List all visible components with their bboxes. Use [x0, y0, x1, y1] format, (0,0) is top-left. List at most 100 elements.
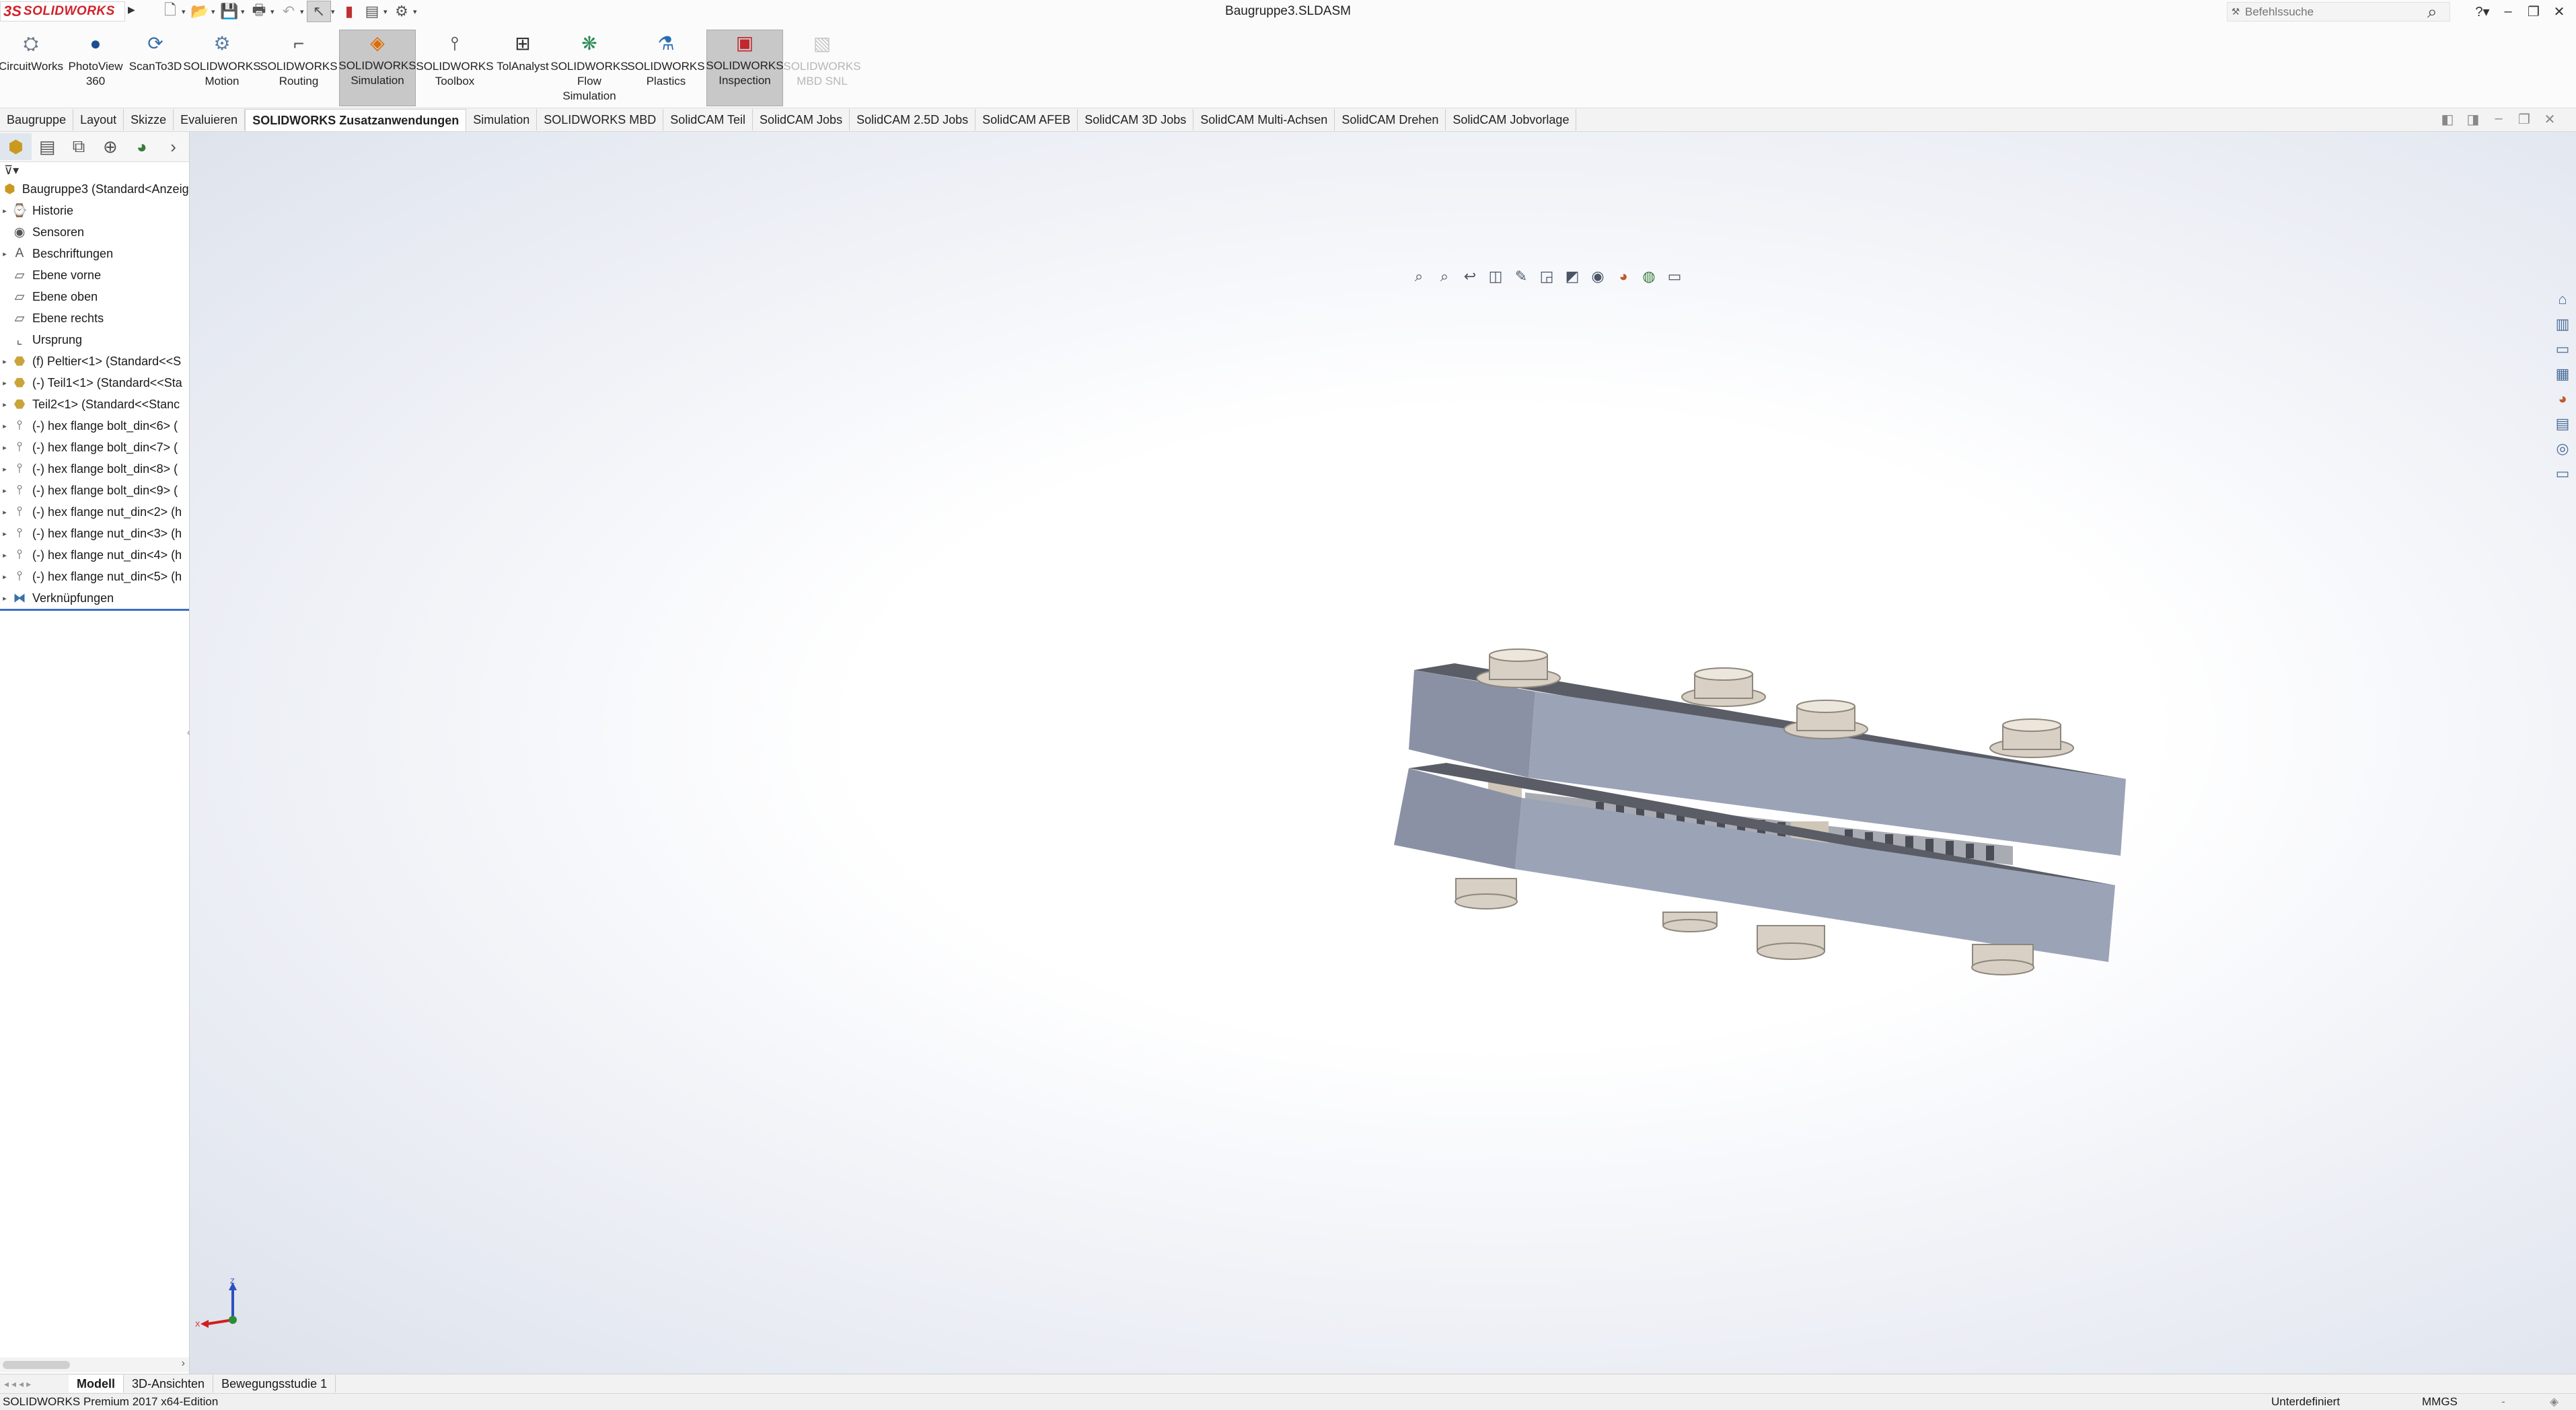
tab-solidworks-zusatzanwendungen[interactable]: SOLIDWORKS Zusatzanwendungen [245, 108, 467, 131]
chevron-down-icon[interactable]: ▾ [211, 7, 218, 16]
search-input[interactable] [2244, 4, 2421, 20]
cmd-solidworks-plastics[interactable]: ⚗ SOLIDWORKS Plastics [627, 31, 704, 106]
tree-item-bolt-8[interactable]: ▸ ⫯ (-) hex flange bolt_din<8> ( [0, 458, 189, 480]
cmd-circuitworks[interactable]: ⛭ CircuitWorks [0, 31, 63, 106]
cmd-scanto3d[interactable]: ⟳ ScanTo3D [126, 31, 184, 106]
tab-simulation[interactable]: Simulation [466, 109, 538, 131]
chevron-down-icon[interactable]: ▾ [383, 7, 390, 16]
search-icon[interactable]: ⌕ [2427, 1, 2437, 23]
units-menu-arrow[interactable]: - [2501, 1394, 2505, 1410]
design-library-icon[interactable]: ▥ [2556, 311, 2570, 336]
tree-item-verknuepfungen[interactable]: ▸ ⧓ Verknüpfungen [0, 587, 189, 611]
chevron-down-icon[interactable]: ▾ [241, 7, 248, 16]
tree-item-historie[interactable]: ▸ ⌚ Historie [0, 200, 189, 221]
edit-appearance-icon[interactable]: ◕ [1611, 268, 1636, 285]
tree-item-bolt-7[interactable]: ▸ ⫯ (-) hex flange bolt_din<7> ( [0, 437, 189, 458]
cmd-solidworks-motion[interactable]: ⚙ SOLIDWORKS Motion [183, 31, 260, 106]
scrollbar-thumb[interactable] [3, 1361, 70, 1369]
tab-modell[interactable]: Modell [69, 1375, 124, 1393]
solidworks-forum-icon[interactable]: ◎ [2556, 436, 2569, 461]
filter-icon[interactable]: ⊽▾ [0, 162, 189, 178]
tree-item-bolt-6[interactable]: ▸ ⫯ (-) hex flange bolt_din<6> ( [0, 415, 189, 437]
menu-flyout-icon[interactable]: ▶ [128, 4, 135, 15]
configurationmanager-tab-icon[interactable]: ⧉ [63, 133, 95, 160]
doc-restore-icon[interactable]: ❐ [2511, 111, 2537, 128]
view-orientation-icon[interactable]: ◲ [1534, 268, 1559, 285]
expand-arrow-icon[interactable]: ▸ [0, 508, 9, 517]
chevron-down-icon[interactable]: ▾ [182, 7, 188, 16]
cmd-photoview-360[interactable]: ● PhotoView 360 [65, 31, 126, 106]
tree-item-nut-3[interactable]: ▸ ⫯ (-) hex flange nut_din<3> (h [0, 523, 189, 544]
rebuild-traffic-light-icon[interactable]: ▮ [338, 1, 361, 22]
view-palette-icon[interactable]: ▦ [2556, 361, 2570, 386]
tree-item-beschriftungen[interactable]: ▸ A Beschriftungen [0, 243, 189, 264]
tab-3d-ansichten[interactable]: 3D-Ansichten [124, 1375, 214, 1393]
dynamic-annotation-icon[interactable]: ✎ [1508, 268, 1534, 285]
expand-arrow-icon[interactable]: ▸ [0, 379, 9, 387]
hide-show-items-icon[interactable]: ◉ [1585, 268, 1611, 285]
graphics-area[interactable]: ⌕ ⌕ ↩ ◫ ✎ ◲ ◩ ◉ ◕ ◍ ▭ ⌂ ▥ ▭ ▦ ◕ ▤ ◎ ▭ [190, 132, 2576, 1374]
tree-item-teil2[interactable]: ▸ ⬣ Teil2<1> (Standard<<Stanc [0, 394, 189, 415]
expand-arrow-icon[interactable]: ▸ [0, 594, 9, 603]
tree-item-bolt-9[interactable]: ▸ ⫯ (-) hex flange bolt_din<9> ( [0, 480, 189, 501]
tab-solidcam-jobs[interactable]: SolidCAM Jobs [753, 109, 850, 131]
tile-right-icon[interactable]: ◨ [2460, 111, 2486, 128]
expand-arrow-icon[interactable]: ▸ [0, 551, 9, 560]
tile-left-icon[interactable]: ◧ [2435, 111, 2460, 128]
featuremanager-tab-icon[interactable]: ⬢ [0, 133, 32, 160]
unit-system-selector[interactable]: MMGS [2422, 1394, 2458, 1410]
open-folder-icon[interactable]: 📂 [188, 1, 211, 22]
restore-icon[interactable]: ❐ [2521, 3, 2546, 20]
previous-view-icon[interactable]: ↩ [1457, 268, 1483, 285]
assembly-model-view[interactable] [1381, 643, 2154, 993]
tree-item-nut-5[interactable]: ▸ ⫯ (-) hex flange nut_din<5> (h [0, 566, 189, 587]
save-icon[interactable]: 💾 [218, 1, 241, 22]
scroll-right-icon[interactable]: › [182, 1358, 185, 1370]
new-document-icon[interactable]: 🗋 [159, 1, 182, 22]
tab-solidcam-25d-jobs[interactable]: SolidCAM 2.5D Jobs [850, 109, 976, 131]
tab-bewegungsstudie-1[interactable]: Bewegungsstudie 1 [213, 1375, 336, 1393]
solidcam-icon[interactable]: ▭ [2556, 461, 2570, 486]
expand-arrow-icon[interactable]: ▸ [0, 465, 9, 474]
tree-item-peltier[interactable]: ▸ ⬣ (f) Peltier<1> (Standard<<S [0, 350, 189, 372]
tab-baugruppe[interactable]: Baugruppe [0, 109, 74, 131]
expand-arrow-icon[interactable]: ▸ [0, 357, 9, 366]
tab-solidcam-jobvorlage[interactable]: SolidCAM Jobvorlage [1446, 109, 1577, 131]
section-view-icon[interactable]: ◫ [1483, 268, 1508, 285]
command-search[interactable]: ⚒ [2227, 2, 2450, 22]
view-settings-icon[interactable]: ▭ [1662, 268, 1687, 285]
expand-arrow-icon[interactable]: ▸ [0, 443, 9, 452]
expand-arrow-icon[interactable]: ▸ [0, 207, 9, 215]
chevron-down-icon[interactable]: ▾ [270, 7, 277, 16]
solidworks-logo[interactable]: 3S SOLIDWORKS [0, 1, 125, 22]
cmd-solidworks-simulation[interactable]: ◈ SOLIDWORKS Simulation [338, 30, 416, 106]
zoom-to-area-icon[interactable]: ⌕ [1432, 268, 1457, 285]
displaymanager-tab-icon[interactable]: ◕ [126, 133, 157, 160]
select-cursor-icon[interactable]: ↖ [307, 1, 331, 22]
file-properties-icon[interactable]: ▤ [361, 1, 383, 22]
expand-arrow-icon[interactable]: ▸ [0, 486, 9, 495]
tree-item-nut-4[interactable]: ▸ ⫯ (-) hex flange nut_din<4> (h [0, 544, 189, 566]
cmd-tolanalyst[interactable]: ⊞ TolAnalyst [494, 31, 552, 106]
tree-item-nut-2[interactable]: ▸ ⫯ (-) hex flange nut_din<2> (h [0, 501, 189, 523]
minimize-icon[interactable]: – [2495, 4, 2521, 20]
tree-item-ebene-oben[interactable]: ▱ Ebene oben [0, 286, 189, 307]
expand-arrow-icon[interactable]: ▸ [0, 529, 9, 538]
custom-properties-icon[interactable]: ▤ [2556, 411, 2570, 436]
tab-navigation-arrows-icon[interactable]: ◂◂◂▸ [0, 1378, 69, 1390]
tab-layout[interactable]: Layout [73, 109, 124, 131]
tab-evaluieren[interactable]: Evaluieren [174, 109, 246, 131]
cmd-solidworks-flow-simulation[interactable]: ❋ SOLIDWORKS Flow Simulation [550, 31, 628, 106]
doc-close-icon[interactable]: ✕ [2537, 111, 2563, 128]
cmd-solidworks-toolbox[interactable]: ⫯ SOLIDWORKS Toolbox [416, 31, 493, 106]
expand-arrow-icon[interactable]: ▸ [0, 572, 9, 581]
chevron-down-icon[interactable]: ▾ [331, 7, 338, 16]
help-icon[interactable]: ?▾ [2470, 3, 2495, 20]
tree-item-ursprung[interactable]: ⌞ Ursprung [0, 329, 189, 350]
propertymanager-tab-icon[interactable]: ▤ [32, 133, 63, 160]
tab-solidcam-3d-jobs[interactable]: SolidCAM 3D Jobs [1078, 109, 1194, 131]
tab-solidcam-drehen[interactable]: SolidCAM Drehen [1335, 109, 1446, 131]
tree-item-sensoren[interactable]: ◉ Sensoren [0, 221, 189, 243]
tree-item-teil1[interactable]: ▸ ⬣ (-) Teil1<1> (Standard<<Sta [0, 372, 189, 394]
chevron-down-icon[interactable]: ▾ [413, 7, 420, 16]
